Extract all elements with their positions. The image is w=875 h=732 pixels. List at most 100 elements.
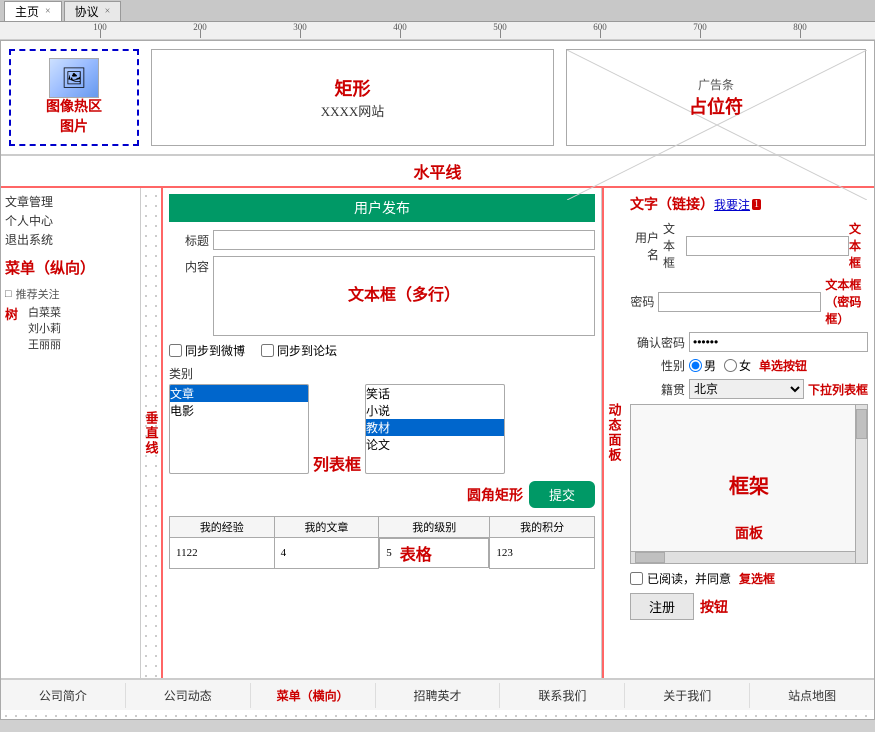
nav-item-about-us[interactable]: 关于我们 [625, 683, 750, 708]
rectangle-label: 矩形 [335, 75, 371, 101]
tab-agreement-close[interactable]: × [105, 6, 111, 17]
left-panel: 文章管理 个人中心 退出系统 菜单（纵向） □ 推荐关注 树 白菜菜 刘小莉 王… [1, 188, 141, 678]
tab-home-label: 主页 [15, 3, 39, 20]
vscroll-thumb[interactable] [856, 409, 867, 439]
option-novel[interactable]: 小说 [366, 402, 504, 419]
ruler-tick-600 [600, 30, 601, 38]
sync-forum-item: 同步到论坛 [261, 342, 337, 359]
region-label: 籍贯 [630, 381, 685, 398]
cell-points: 123 [490, 538, 595, 569]
ad-label: 广告条 [698, 76, 734, 93]
agree-checkbox[interactable] [630, 572, 643, 585]
tree-label: 树 [5, 304, 18, 323]
option-jokes[interactable]: 笑话 [366, 385, 504, 402]
hscroll-thumb[interactable] [635, 552, 665, 563]
ruler-tick-100 [100, 30, 101, 38]
confirm-password-row: 确认密码 [630, 332, 868, 352]
confirm-input[interactable] [689, 332, 868, 352]
option-thesis[interactable]: 论文 [366, 436, 504, 453]
badge: 1 [752, 199, 761, 210]
radio-female-input[interactable] [724, 359, 737, 372]
category-label: 类别 [169, 365, 595, 382]
tab-home-close[interactable]: × [45, 6, 51, 17]
username-input[interactable] [686, 236, 849, 256]
username-sublabel: 文本框 [663, 220, 682, 271]
option-movie[interactable]: 电影 [170, 402, 308, 419]
listbox-left[interactable]: 文章 电影 [169, 384, 309, 474]
nav-item-about[interactable]: 公司简介 [1, 683, 126, 708]
horizontal-line-label: 水平线 [413, 165, 461, 182]
submit-area: 圆角矩形 提交 [169, 481, 595, 508]
password-row: 密码 文本框（密码框） [630, 276, 868, 327]
tree-item-1[interactable]: 白菜菜 [28, 304, 61, 320]
sync-weibo-item: 同步到微博 [169, 342, 245, 359]
register-label: 注册 [649, 600, 675, 615]
tab-agreement[interactable]: 协议 × [64, 1, 122, 21]
image-hotspot-label: 图像热区图片 [46, 98, 102, 137]
nav-item-sitemap[interactable]: 站点地图 [750, 683, 874, 708]
cell-level: 5表格 [379, 538, 489, 568]
cell-experience: 1122 [170, 538, 275, 569]
nav-item-contact[interactable]: 联系我们 [500, 683, 625, 708]
radio-female-label: 女 [739, 357, 751, 374]
sync-weibo-checkbox[interactable] [169, 344, 182, 357]
gender-radio-group: 男 女 单选按钮 [689, 357, 807, 374]
password-label: 密码 [630, 293, 654, 310]
tree-item-3[interactable]: 王丽丽 [28, 336, 61, 352]
bottom-nav: 公司简介 公司动态 菜单（横向） 招聘英才 联系我们 关于我们 站点地图 [1, 678, 874, 710]
sync-forum-label: 同步到论坛 [277, 342, 337, 359]
sync-forum-checkbox[interactable] [261, 344, 274, 357]
tab-bar: 主页 × 协议 × [0, 0, 875, 22]
ruler-tick-300 [300, 30, 301, 38]
right-panel: 文字（链接） 我要注 1 用户名 文本框 文本框 密码 文本框（密码框） 确认密… [624, 188, 874, 678]
menu-vertical: 文章管理 个人中心 退出系统 [5, 192, 136, 249]
table-header-points: 我的积分 [490, 517, 595, 538]
tab-agreement-label: 协议 [75, 3, 99, 20]
content-label: 内容 [169, 256, 209, 275]
ruler-tick-700 [700, 30, 701, 38]
region-select[interactable]: 北京 上海 [689, 379, 804, 399]
placeholder-label: 占位符 [689, 93, 743, 119]
content-row: 内容 文本框（多行） [169, 256, 595, 336]
menu-item-profile[interactable]: 个人中心 [5, 211, 136, 230]
tree-item-2[interactable]: 刘小莉 [28, 320, 61, 336]
frame-scrollbar-h[interactable] [631, 551, 855, 563]
radio-male-input[interactable] [689, 359, 702, 372]
ruler-tick-200 [200, 30, 201, 38]
content-textarea[interactable] [214, 257, 594, 337]
center-panel: 用户发布 标题 内容 文本框（多行） 同步到微博 [163, 188, 602, 678]
radio-male-label: 男 [704, 357, 716, 374]
table-header-level: 我的级别 [379, 517, 490, 538]
ruler-tick-800 [800, 30, 801, 38]
nav-item-menu-h[interactable]: 菜单（横向） [251, 683, 376, 708]
frame-label: 框架 [729, 470, 769, 499]
title-input[interactable] [213, 230, 595, 250]
nav-menu-h-label: 菜单（横向） [277, 689, 349, 703]
table-section: 我的经验 我的文章 我的级别 我的积分 1122 4 5表格 [169, 516, 595, 569]
tree-section-title: 推荐关注 [16, 286, 60, 302]
tab-home[interactable]: 主页 × [4, 1, 62, 21]
frame-scrollbar-v[interactable] [855, 405, 867, 563]
title-label: 标题 [169, 232, 209, 249]
option-article[interactable]: 文章 [170, 385, 308, 402]
listbox-right[interactable]: 笑话 小说 教材 论文 [365, 384, 505, 474]
dropdown-label: 下拉列表框 [808, 381, 868, 398]
option-textbook[interactable]: 教材 [366, 419, 504, 436]
nav-item-recruit[interactable]: 招聘英才 [376, 683, 501, 708]
radio-male: 男 [689, 357, 716, 374]
confirm-label: 确认密码 [630, 334, 685, 351]
password-input[interactable] [658, 292, 821, 312]
register-button[interactable]: 注册 [630, 593, 694, 620]
dynamic-label-col: 动态面板 [602, 188, 624, 678]
listbox-wrapper: 文章 电影 列表框 笑话 小说 教材 论文 [169, 384, 595, 475]
submit-button[interactable]: 提交 [529, 481, 595, 508]
image-thumb [49, 58, 99, 98]
rectangle-area: 矩形 XXXX网站 [151, 49, 554, 146]
table-row: 1122 4 5表格 123 [170, 538, 595, 569]
nav-item-news[interactable]: 公司动态 [126, 683, 251, 708]
menu-item-logout[interactable]: 退出系统 [5, 230, 136, 249]
menu-item-articles[interactable]: 文章管理 [5, 192, 136, 211]
vertical-line-section: 垂直线 [141, 188, 163, 678]
dynamic-label: 动态面板 [605, 403, 624, 463]
agree-text: 已阅读，并同意 [647, 570, 731, 587]
